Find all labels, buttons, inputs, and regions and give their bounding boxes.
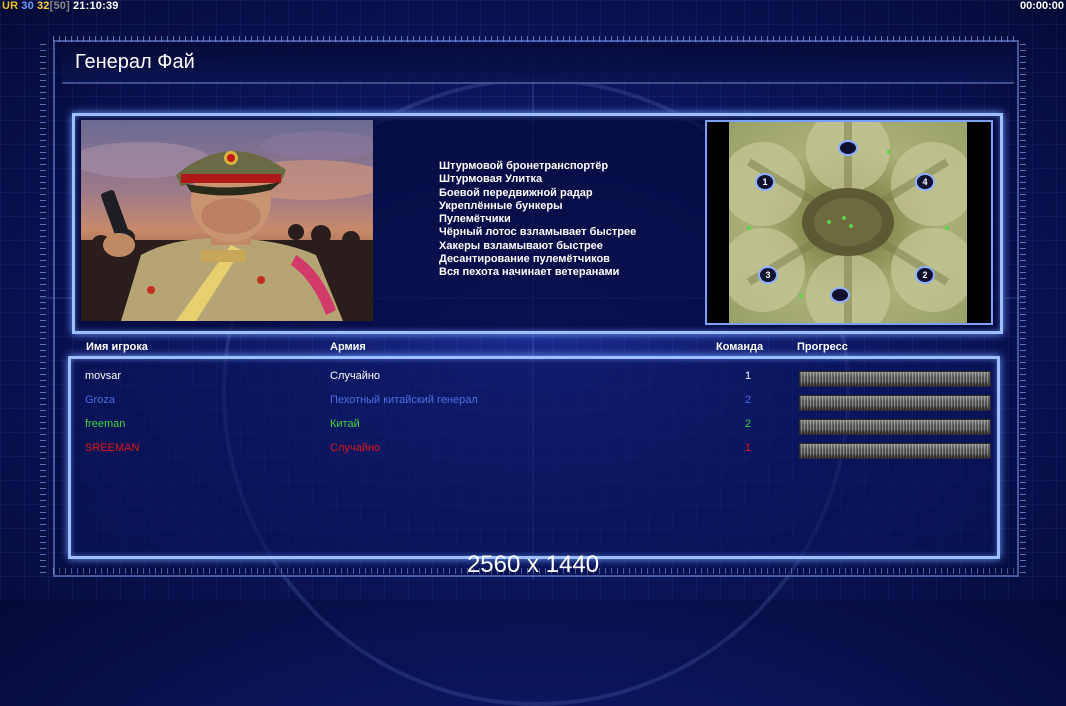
table-row: SREEMAN Случайно 1 — [71, 439, 997, 459]
start-position-1: 1 — [755, 173, 775, 191]
power-item: Штурмовая Улитка — [439, 173, 543, 186]
header-progress: Прогресс — [797, 341, 848, 353]
player-team: 2 — [745, 394, 752, 406]
player-team: 1 — [745, 442, 752, 454]
power-item: Укреплённые бункеры — [439, 199, 563, 212]
table-row: Groza Пехотный китайский генерал 2 — [71, 391, 997, 411]
player-team: 2 — [745, 418, 752, 430]
fps-bracket-close: ] — [66, 0, 70, 12]
resolution-label: 2560 x 1440 — [466, 551, 600, 578]
table-row: freeman Китай 2 — [71, 415, 997, 435]
header-team: Команда — [716, 341, 764, 353]
player-progress-bar — [799, 395, 991, 411]
start-position-2: 2 — [915, 266, 935, 284]
player-progress-bar — [799, 371, 991, 387]
frame-ruler-right — [1020, 40, 1026, 573]
power-item: Хакеры взламывают быстрее — [439, 239, 603, 252]
clock: 21:10:39 — [72, 0, 119, 12]
table-row: movsar Случайно 1 — [71, 367, 997, 387]
power-item: Пулемётчики — [439, 213, 511, 226]
player-name: freeman — [85, 418, 126, 430]
game-timer: 00:00:00 — [1019, 0, 1064, 12]
power-item: Вся пехота начинает ветеранами — [439, 266, 620, 279]
player-name: SREEMAN — [85, 442, 140, 454]
power-item: Десантирование пулемётчиков — [439, 253, 610, 266]
start-position-3: 3 — [758, 266, 778, 284]
ur-label: UR — [2, 0, 19, 12]
start-position-4: 4 — [915, 173, 935, 191]
fps-value: 30 — [21, 0, 34, 12]
map-preview: 1 4 3 2 — [705, 120, 993, 325]
header-player-name: Имя игрока — [86, 341, 148, 353]
power-item: Боевой передвижной радар — [439, 186, 593, 199]
power-item: Штурмовой бронетранспортёр — [439, 160, 609, 172]
player-progress-bar — [799, 419, 991, 435]
player-army: Китай — [330, 418, 360, 430]
player-team: 1 — [745, 370, 752, 382]
player-army: Случайно — [330, 442, 381, 454]
fps-value-2: 32 — [36, 0, 50, 12]
players-table: movsar Случайно 1 Groza Пехотный китайск… — [68, 356, 1000, 559]
player-army: Случайно — [330, 370, 381, 382]
player-name: movsar — [85, 370, 122, 382]
player-progress-bar — [799, 443, 991, 459]
fps-cap: 50 — [53, 0, 67, 12]
general-info-panel: Штурмовой бронетранспортёр Штурмовая Ули… — [72, 113, 1003, 334]
general-name-title: Генерал Фай — [75, 51, 195, 73]
fps-counter: UR 30 32[50] 21:10:39 — [2, 0, 122, 12]
map-terrain — [729, 122, 967, 323]
power-item: Чёрный лотос взламывает быстрее — [439, 226, 637, 239]
player-name: Groza — [85, 394, 115, 406]
general-portrait-illustration — [81, 131, 373, 321]
map-terrain-illustration — [729, 122, 967, 323]
player-army: Пехотный китайский генерал — [330, 394, 478, 406]
general-portrait — [81, 120, 373, 321]
general-powers-list: Штурмовой бронетранспортёр Штурмовая Ули… — [439, 160, 739, 280]
header-army: Армия — [330, 341, 366, 353]
frame-ruler-left — [40, 40, 46, 573]
title-bar: Генерал Фай — [62, 44, 1014, 84]
